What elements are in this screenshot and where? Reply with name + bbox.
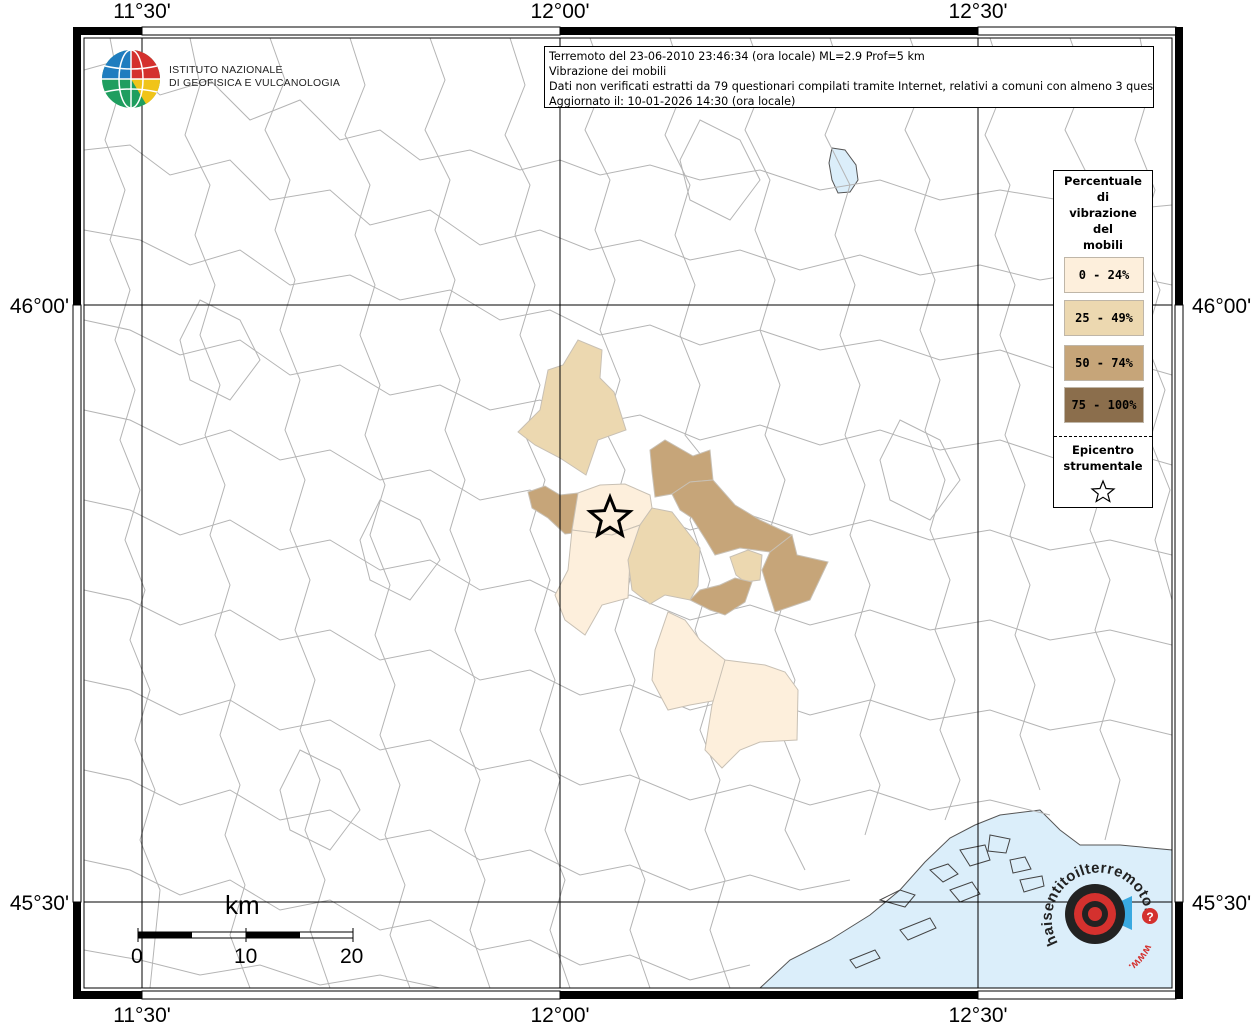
municipality-0-24-southwest: [651, 611, 726, 711]
ingv-name: ISTITUTO NAZIONALE DI GEOFISICA E VULCAN…: [169, 64, 340, 90]
legend-epicenter-label: Epicentro strumentale: [1063, 443, 1143, 473]
legend-class-0-24: 0 - 24%: [1064, 257, 1144, 293]
ingv-name-line2: DI GEOFISICA E VULCANOLOGIA: [169, 77, 341, 89]
lon-label-top-1200: 12°00': [530, 0, 589, 23]
lon-label-bottom-1130: 11°30': [113, 1004, 171, 1024]
municipality-50-74-south: [689, 577, 753, 616]
legend-class-75-100: 75 - 100%: [1064, 387, 1144, 423]
question-mark-icon: ?: [1142, 908, 1158, 924]
earthquake-info-box: Terremoto del 23-06-2010 23:46:34 (ora l…: [544, 46, 1154, 108]
svg-text:?: ?: [1146, 910, 1153, 924]
svg-text:www.: www.: [1126, 942, 1154, 973]
map-subject-line: Vibrazione dei mobili: [549, 65, 667, 78]
scale-tick-10: 10: [234, 945, 258, 968]
hst-logo-url: www.: [1126, 942, 1154, 973]
haisentitoilterremoto-logo: haisentitoilterremoto.it www. ?: [1040, 859, 1158, 973]
scale-tick-0: 0: [131, 945, 143, 968]
data-source-line: Dati non verificati estratti da 79 quest…: [549, 80, 1154, 93]
scale-tick-20: 20: [340, 945, 364, 968]
legend-divider: [1054, 436, 1152, 437]
star-icon: [1090, 479, 1116, 503]
ingv-name-line1: ISTITUTO NAZIONALE: [169, 64, 283, 76]
scale-bar: [137, 928, 354, 942]
ingv-globe-icon: [102, 49, 161, 109]
lat-label-left-4530: 45°30': [10, 892, 69, 915]
lon-label-top-1130: 11°30': [113, 0, 171, 23]
legend-title: Percentuale di vibrazione del mobili: [1064, 174, 1142, 252]
lon-label-bottom-1230: 12°30': [948, 1004, 1007, 1024]
lat-label-right-4530: 45°30': [1192, 892, 1251, 915]
earthquake-event-line: Terremoto del 23-06-2010 23:46:34 (ora l…: [549, 50, 925, 63]
affected-municipalities: [517, 339, 829, 769]
municipality-0-24-south: [554, 524, 641, 636]
scale-bar-title: km: [225, 890, 260, 920]
lat-label-right-4600: 46°00': [1192, 295, 1251, 318]
lat-label-left-4600: 46°00': [10, 295, 69, 318]
lon-label-bottom-1200: 12°00': [530, 1004, 589, 1024]
lon-label-top-1230: 12°30': [948, 0, 1007, 23]
updated-line: Aggiornato il: 10-01-2026 14:30 (ora loc…: [549, 95, 796, 108]
municipality-25-49-small: [729, 549, 763, 583]
legend-class-50-74: 50 - 74%: [1064, 345, 1144, 381]
legend-class-25-49: 25 - 49%: [1064, 300, 1144, 336]
legend: Percentuale di vibrazione del mobili 0 -…: [1053, 170, 1153, 508]
